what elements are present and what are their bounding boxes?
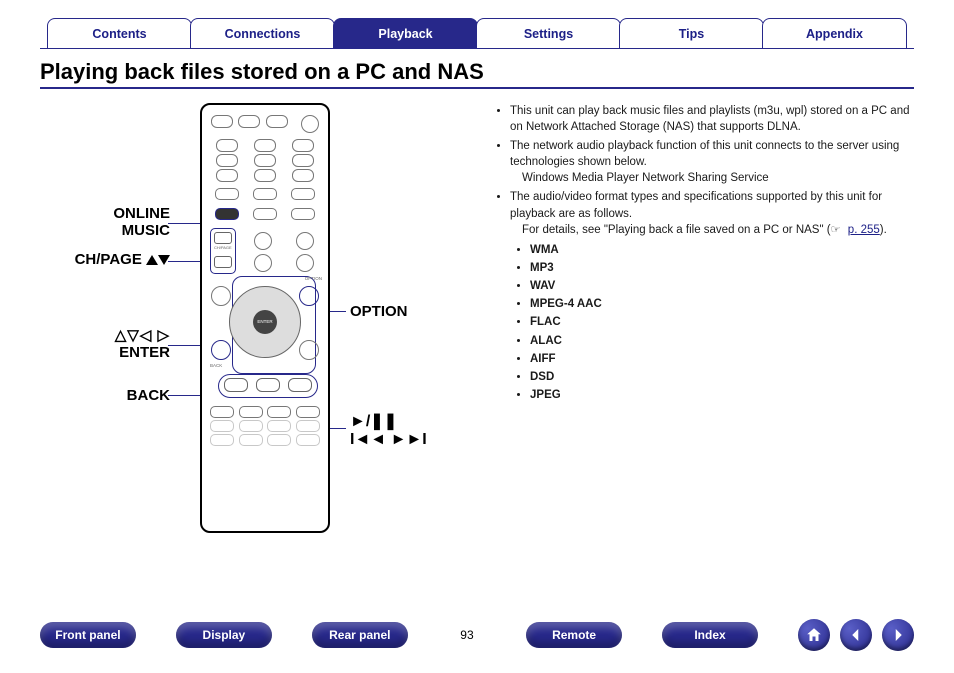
footer-link-index[interactable]: Index xyxy=(662,622,758,648)
format-item: WAV xyxy=(530,278,914,294)
format-list: WMA MP3 WAV MPEG-4 AAC FLAC ALAC AIFF DS… xyxy=(530,242,914,403)
dpad xyxy=(229,286,301,358)
bullet-2-sub: Windows Media Player Network Sharing Ser… xyxy=(522,170,914,186)
top-tabs: Contents Connections Playback Settings T… xyxy=(40,18,914,49)
footer-link-front-panel[interactable]: Front panel xyxy=(40,622,136,648)
tab-settings[interactable]: Settings xyxy=(476,18,621,48)
format-item: WMA xyxy=(530,242,914,258)
format-item: JPEG xyxy=(530,387,914,403)
label-online-music-l1: ONLINE xyxy=(113,205,170,222)
label-play-pause: ►/❚❚ xyxy=(350,413,397,430)
tab-tips[interactable]: Tips xyxy=(619,18,764,48)
home-icon[interactable] xyxy=(798,619,830,651)
footer-link-display[interactable]: Display xyxy=(176,622,272,648)
page-title: Playing back files stored on a PC and NA… xyxy=(40,59,914,85)
page-ref-icon: ☞ xyxy=(831,223,845,238)
back-button xyxy=(211,340,231,360)
body-text: This unit can play back music files and … xyxy=(496,103,914,543)
label-dpad-arrows: △▽◁ ▷ xyxy=(115,327,170,344)
format-item: FLAC xyxy=(530,314,914,330)
option-button xyxy=(299,286,319,306)
format-item: AIFF xyxy=(530,351,914,367)
bullet-1: This unit can play back music files and … xyxy=(510,103,914,135)
triangle-up-icon xyxy=(146,255,158,265)
bullet-3: The audio/video format types and specifi… xyxy=(510,189,914,238)
tab-contents[interactable]: Contents xyxy=(47,18,192,48)
format-item: DSD xyxy=(530,369,914,385)
footer-link-rear-panel[interactable]: Rear panel xyxy=(312,622,408,648)
tab-connections[interactable]: Connections xyxy=(190,18,335,48)
label-online-music-l2: MUSIC xyxy=(122,222,170,239)
format-item: ALAC xyxy=(530,333,914,349)
next-page-icon[interactable] xyxy=(882,619,914,651)
label-back: BACK xyxy=(127,387,170,404)
footer-link-remote[interactable]: Remote xyxy=(526,622,622,648)
title-rule xyxy=(40,87,914,89)
online-music-button xyxy=(215,208,239,220)
label-prev-next: I◄◄ ►►I xyxy=(350,431,427,448)
format-item: MPEG-4 AAC xyxy=(530,296,914,312)
remote-illustration: CH/PAGE OPTION BACK xyxy=(200,103,330,533)
label-ch-page: CH/PAGE xyxy=(75,251,142,268)
prev-page-icon[interactable] xyxy=(840,619,872,651)
tab-playback[interactable]: Playback xyxy=(333,18,478,48)
page-number: 93 xyxy=(448,628,486,642)
format-item: MP3 xyxy=(530,260,914,276)
remote-diagram: ONLINE MUSIC CH/PAGE △▽◁ ▷ ENTER BACK OP… xyxy=(40,103,470,543)
tab-appendix[interactable]: Appendix xyxy=(762,18,907,48)
bullet-2: The network audio playback function of t… xyxy=(510,138,914,186)
label-option: OPTION xyxy=(350,303,408,320)
page-ref-link[interactable]: p. 255 xyxy=(848,224,880,236)
label-enter: ENTER xyxy=(119,344,170,361)
